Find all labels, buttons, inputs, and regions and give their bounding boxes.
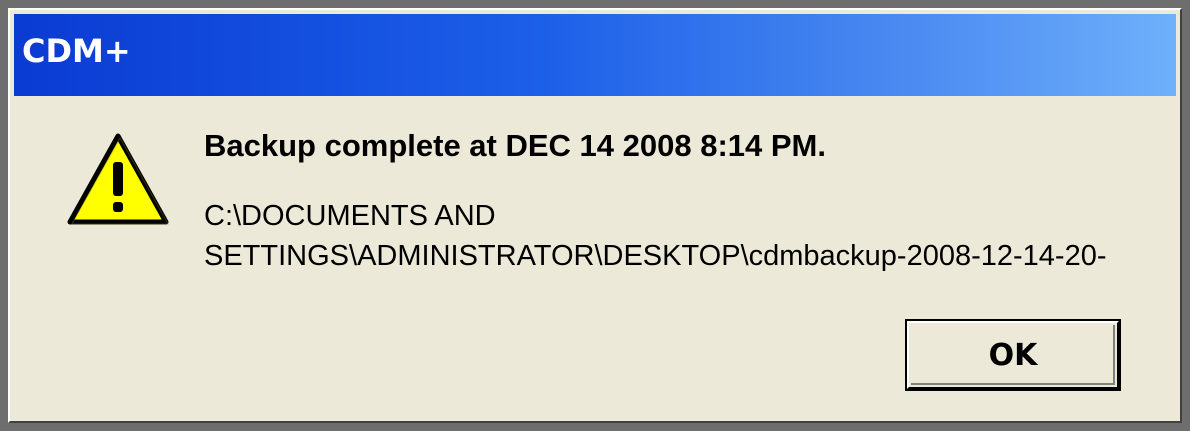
window-title: CDM+ (22, 32, 131, 70)
ok-button[interactable]: OK (905, 319, 1121, 391)
warning-icon (67, 133, 169, 225)
message-headline: Backup complete at DEC 14 2008 8:14 PM. (204, 128, 826, 163)
title-bar[interactable]: CDM+ (14, 14, 1176, 96)
path-line-1: C:\DOCUMENTS AND (204, 200, 496, 232)
path-line-2: SETTINGS\ADMINISTRATOR\DESKTOP\cdmbackup… (204, 240, 1107, 272)
message-dialog: CDM+ Backup complete at DEC 14 2008 8:14… (0, 0, 1190, 431)
message-path: C:\DOCUMENTS AND SETTINGS\ADMINISTRATOR\… (204, 196, 1107, 276)
ok-button-label: OK (988, 337, 1038, 373)
